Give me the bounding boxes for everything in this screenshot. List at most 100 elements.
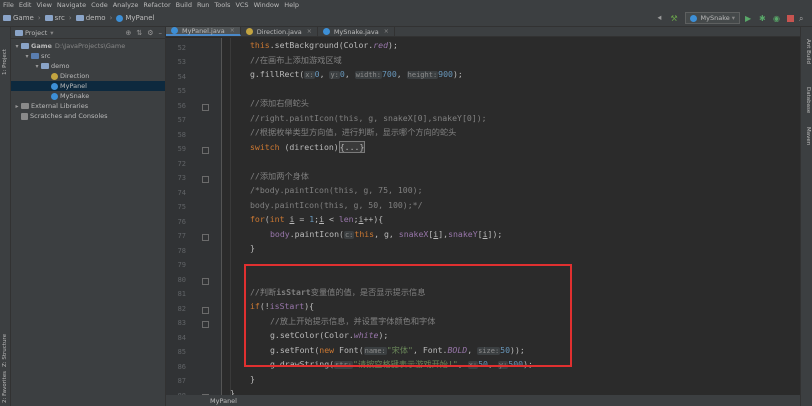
enum-icon [245,28,253,35]
code-text: ], [438,228,449,239]
tab-label: Direction.java [256,27,302,36]
ant-build-tool-button[interactable]: Ant Build [805,39,811,64]
class-icon [322,28,330,35]
keyword: int [269,214,285,224]
tab-mysnake[interactable]: MySnake.java × [318,27,395,36]
fold-marker[interactable] [202,176,209,183]
breadcrumb-demo[interactable]: demo [86,14,106,22]
folder-icon [3,15,11,21]
keyword: switch [250,141,280,152]
fold-marker[interactable] [202,104,209,111]
chevron-down-icon[interactable]: ▾ [50,29,53,37]
tree-item-game[interactable]: ▾ Game D:\JavaProjects\Game [11,41,165,51]
tree-item-demo[interactable]: ▾ demo [11,61,165,71]
debug-icon[interactable]: ✱ [759,14,768,23]
fold-marker[interactable] [202,234,209,241]
fold-marker[interactable] [202,147,209,154]
code-text: , g, [374,228,399,239]
project-view-select[interactable]: Project [25,29,47,37]
line-number: 56 [177,102,186,110]
breadcrumb-mypanel[interactable]: MyPanel [125,14,154,22]
keyword: this [354,228,375,239]
menu-edit[interactable]: Edit [19,1,32,9]
param-hint: x: [304,71,315,79]
number: 0 [314,69,320,79]
menu-run[interactable]: Run [197,1,209,9]
line-number-gutter[interactable]: 52 53 54 55 56 57 58 59 72 73 74 75 76 7… [166,38,222,406]
chevron-down-icon[interactable]: ▾ [13,43,21,50]
class-icon [171,27,178,34]
back-icon[interactable]: ⯇ [657,14,666,23]
tree-item-external-libraries[interactable]: ▸ External Libraries [11,101,165,111]
build-hammer-icon[interactable]: ⚒ [671,14,680,23]
database-tool-button[interactable]: Database [805,87,811,113]
left-tool-strip: 1: Project Z: Structure 2: Favorites [0,27,11,406]
line-number: 52 [177,44,186,52]
tree-item-label: demo [51,62,70,70]
menu-code[interactable]: Code [91,1,108,9]
menu-help[interactable]: Help [284,1,299,9]
menu-build[interactable]: Build [176,1,192,9]
tree-item-scratches[interactable]: Scratches and Consoles [11,111,165,121]
menu-file[interactable]: File [3,1,14,9]
structure-tool-button[interactable]: Z: Structure [2,334,8,367]
breadcrumb-game[interactable]: Game [13,14,34,22]
menu-window[interactable]: Window [254,1,280,9]
menu-navigate[interactable]: Navigate [57,1,86,9]
search-icon[interactable]: ⌕ [799,14,808,23]
line-number: 81 [177,290,186,298]
run-configuration-select[interactable]: MySnake ▾ [684,12,740,24]
enum-icon [51,72,58,80]
gear-icon[interactable]: ⚙ [147,29,153,37]
menu-analyze[interactable]: Analyze [113,1,139,9]
breadcrumb-src[interactable]: src [55,14,65,22]
chevron-down-icon[interactable]: ▾ [33,63,41,70]
chevron-right-icon: › [37,14,41,22]
number: 900 [438,69,453,79]
class-icon [689,14,697,22]
code-line-59: switch (direction){...} [222,140,800,154]
close-icon[interactable]: × [307,28,312,35]
menu-view[interactable]: View [36,1,51,9]
chevron-right-icon[interactable]: ▸ [13,103,21,110]
project-tool-button[interactable]: 1: Project [2,49,8,75]
run-icon[interactable]: ▶ [745,14,754,23]
code-line-73: //添加两个身体 [250,170,309,181]
tree-item-label: External Libraries [31,102,89,110]
tree-item-src[interactable]: ▾ src [11,51,165,61]
editor-breadcrumb-class[interactable]: MyPanel [210,397,237,405]
stop-icon[interactable] [787,14,794,22]
globe-icon[interactable]: ⊕ [125,29,131,37]
line-number: 57 [177,116,186,124]
field: snakeX [398,228,429,239]
close-icon[interactable]: × [384,28,389,35]
fold-marker[interactable] [202,278,209,285]
chevron-down-icon[interactable]: ▾ [23,53,31,60]
close-icon[interactable]: × [230,27,235,34]
line-number: 82 [177,305,186,313]
tree-item-direction[interactable]: Direction [11,71,165,81]
coverage-icon[interactable]: ◉ [773,14,782,23]
minimize-icon[interactable]: – [159,29,163,37]
menu-refactor[interactable]: Refactor [143,1,170,9]
tree-item-mypanel[interactable]: MyPanel [11,81,165,91]
fold-marker[interactable] [202,307,209,314]
menu-vcs[interactable]: VCS [235,1,248,9]
code-text: (direction) [279,141,339,152]
breadcrumb: Game › src › demo › MyPanel [3,14,154,22]
collapse-icon[interactable]: ⇅ [136,29,142,37]
code-line-54: g.fillRect(x:0, y:0, width:700, height:9… [250,69,463,79]
fold-marker[interactable] [202,321,209,328]
tab-mypanel[interactable]: MyPanel.java × [166,27,241,36]
folded-region[interactable]: {...} [338,140,366,153]
tree-item-mysnake[interactable]: MySnake [11,91,165,101]
field: snakeY [448,228,478,239]
maven-tool-button[interactable]: Maven [805,127,811,145]
editor-breadcrumb-bar: MyPanel [166,395,800,406]
favorites-tool-button[interactable]: 2: Favorites [2,371,8,403]
tab-label: MyPanel.java [182,26,225,35]
code-line-56: //添加右侧蛇头 [250,98,309,108]
chevron-down-icon: ▾ [731,14,735,22]
tab-direction[interactable]: Direction.java × [241,27,318,36]
menu-tools[interactable]: Tools [214,1,230,9]
